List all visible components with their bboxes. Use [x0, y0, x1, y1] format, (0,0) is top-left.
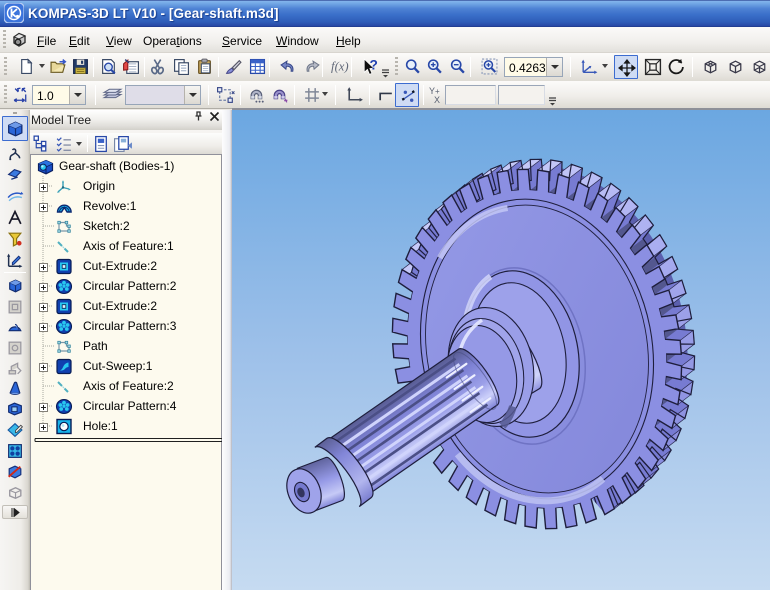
svg-text:f(x): f(x) — [331, 60, 349, 74]
svg-text:?: ? — [370, 58, 378, 73]
